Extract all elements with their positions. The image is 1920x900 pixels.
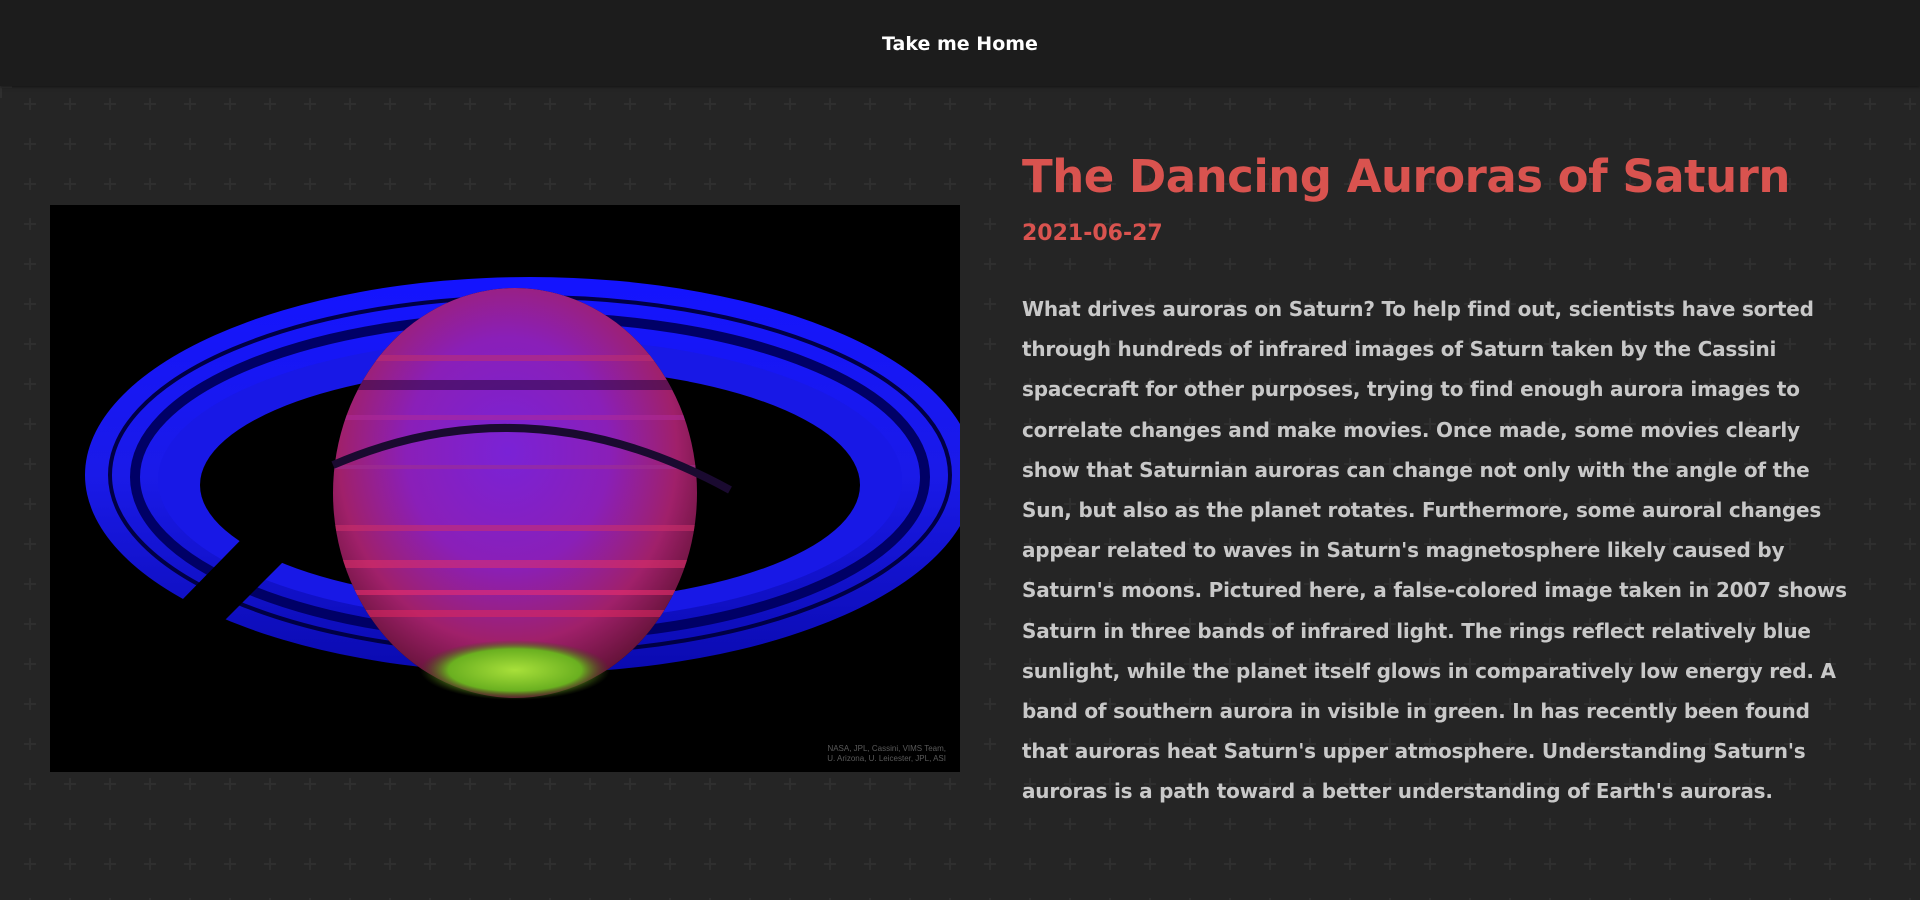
- image-credit-line2: U. Arizona, U. Leicester, JPL, ASI: [827, 754, 946, 763]
- apod-explanation: What drives auroras on Saturn? To help f…: [1022, 297, 1847, 804]
- image-credit-line1: NASA, JPL, Cassini, VIMS Team,: [827, 744, 946, 753]
- top-nav-bar: Take me Home: [0, 0, 1920, 86]
- apod-date: 2021-06-27: [1022, 221, 1163, 246]
- main-content: NASA, JPL, Cassini, VIMS Team, U. Arizon…: [0, 86, 1920, 900]
- apod-text-column: The Dancing Auroras of Saturn 2021-06-27…: [1022, 148, 1862, 832]
- apod-image-saturn[interactable]: NASA, JPL, Cassini, VIMS Team, U. Arizon…: [50, 205, 960, 772]
- saturn-image-art: [50, 205, 960, 772]
- home-link[interactable]: Take me Home: [882, 33, 1038, 55]
- apod-title: The Dancing Auroras of Saturn: [1022, 150, 1790, 203]
- image-credit: NASA, JPL, Cassini, VIMS Team, U. Arizon…: [827, 744, 946, 764]
